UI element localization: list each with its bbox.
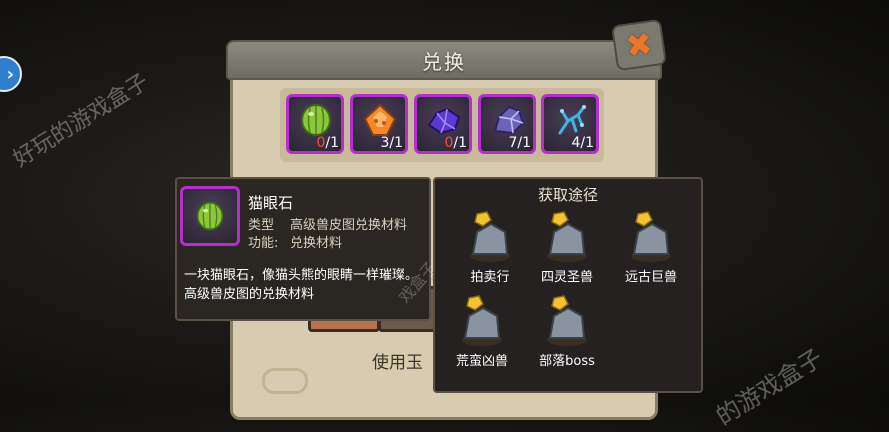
watermark: 好玩的游戏盒子 bbox=[9, 69, 154, 173]
green-gem-icon bbox=[301, 104, 331, 136]
use-jade-label: 使用玉 bbox=[372, 353, 423, 373]
rock-ore-icon bbox=[470, 211, 510, 262]
green-gem-icon bbox=[196, 201, 224, 231]
source-wild-beasts[interactable]: 荒蛮凶兽 bbox=[447, 294, 517, 370]
tooltip-description: 一块猫眼石，像猫头熊的眼睛一样璀璨。高级兽皮图的兑换材料 bbox=[184, 268, 419, 302]
tooltip-function-row: 功能: 兑换材料 bbox=[248, 236, 343, 251]
close-icon: ✖ bbox=[623, 24, 655, 66]
rock-ore-icon bbox=[462, 295, 502, 346]
material-slot-2[interactable]: 3/1 bbox=[350, 94, 408, 154]
tooltip-type-row: 类型 高级兽皮图兑换材料 bbox=[248, 218, 408, 233]
acquisition-title: 获取途径 bbox=[537, 186, 598, 204]
material-count: 0/1 bbox=[316, 135, 339, 151]
scroll-decoration bbox=[262, 368, 308, 394]
rock-ore-icon bbox=[631, 211, 671, 262]
material-slot-3[interactable]: 0/1 bbox=[414, 94, 472, 154]
source-ancient-giant-beasts[interactable]: 远古巨兽 bbox=[616, 210, 686, 286]
rock-ore-icon bbox=[547, 211, 587, 262]
side-expand-button[interactable]: › bbox=[0, 56, 22, 92]
material-count: 3/1 bbox=[380, 135, 403, 151]
dialog-header: 兑换 bbox=[226, 40, 662, 80]
orange-gem-icon bbox=[363, 103, 397, 136]
watermark: 的游戏盒子 bbox=[711, 343, 828, 431]
close-button[interactable]: ✖ bbox=[611, 18, 667, 72]
violet-crystal-icon bbox=[493, 105, 525, 135]
purple-crystal-icon bbox=[427, 107, 461, 135]
tooltip-item-icon bbox=[180, 186, 240, 246]
source-four-spirit-beasts[interactable]: 四灵圣兽 bbox=[532, 210, 602, 286]
material-slot-5[interactable]: 4/1 bbox=[541, 94, 599, 154]
tooltip-item-name: 猫眼石 bbox=[248, 194, 294, 212]
source-tribe-boss[interactable]: 部落boss bbox=[532, 294, 602, 370]
material-slot-1[interactable]: 0/1 bbox=[286, 94, 344, 154]
chevron-right-icon: › bbox=[6, 63, 14, 85]
blue-coral-icon bbox=[558, 105, 586, 135]
material-count: 7/1 bbox=[508, 135, 531, 151]
source-auction-house[interactable]: 拍卖行 bbox=[455, 210, 525, 286]
material-slot-4[interactable]: 7/1 bbox=[478, 94, 536, 154]
dialog-title: 兑换 bbox=[422, 49, 466, 74]
material-count: 0/1 bbox=[444, 135, 467, 151]
rock-ore-icon bbox=[547, 295, 587, 346]
material-count: 4/1 bbox=[571, 135, 594, 151]
